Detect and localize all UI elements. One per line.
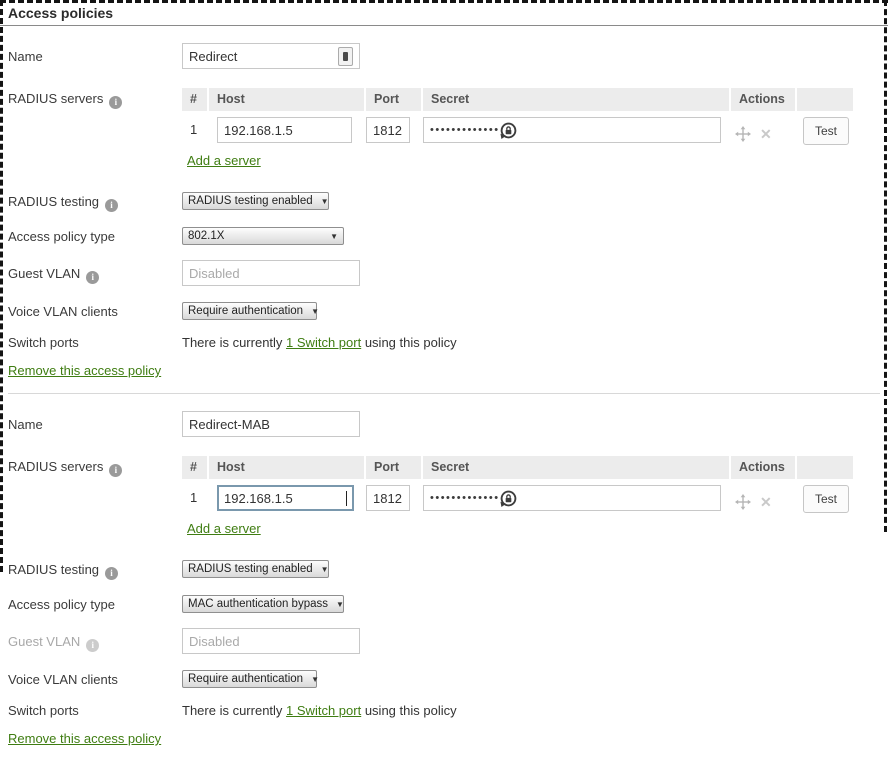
table-row: 1 •••••••••••••: [182, 111, 853, 145]
access-policy-type-label: Access policy type: [8, 227, 182, 244]
info-icon: i: [86, 639, 99, 652]
access-policy-section-2: Name Redirect-MAB RADIUS serversi # Host…: [0, 411, 888, 748]
autofill-icon[interactable]: [338, 47, 353, 66]
radius-servers-table: # Host Port Secret Actions 1 192.168.1.5: [182, 456, 853, 513]
text-cursor: [346, 491, 347, 506]
secret-value-masked: •••••••••••••: [430, 492, 500, 504]
selection-outline-right: [884, 0, 887, 532]
voice-vlan-select[interactable]: Require authentication ▼: [182, 302, 317, 320]
info-icon[interactable]: i: [109, 464, 122, 477]
move-row-icon[interactable]: [735, 494, 751, 510]
voice-vlan-label: Voice VLAN clients: [8, 670, 182, 687]
col-header-secret: Secret: [423, 88, 729, 111]
access-policy-type-label: Access policy type: [8, 595, 182, 612]
voice-vlan-label: Voice VLAN clients: [8, 302, 182, 319]
test-button[interactable]: Test: [803, 117, 849, 145]
name-label: Name: [8, 411, 182, 432]
radius-servers-label: RADIUS serversi: [8, 456, 182, 477]
access-policy-section-1: Name Redirect RADIUS serversi # Host Por…: [0, 43, 888, 380]
col-header-test: [797, 88, 853, 111]
col-header-host: Host: [209, 88, 364, 111]
col-header-actions: Actions: [731, 456, 795, 479]
switch-ports-status: There is currently 1 Switch port using t…: [182, 703, 457, 718]
test-button[interactable]: Test: [803, 485, 849, 513]
secret-value-masked: •••••••••••••: [430, 124, 500, 136]
radius-testing-label: RADIUS testingi: [8, 192, 182, 212]
port-input[interactable]: [366, 117, 410, 143]
add-server-link[interactable]: Add a server: [187, 153, 261, 168]
chevron-down-icon: ▼: [311, 675, 319, 684]
switch-ports-label: Switch ports: [8, 703, 182, 718]
chevron-down-icon: ▼: [311, 307, 319, 316]
radius-servers-label: RADIUS serversi: [8, 88, 182, 109]
name-label: Name: [8, 43, 182, 64]
name-value: Redirect-MAB: [189, 417, 353, 432]
reveal-secret-icon[interactable]: [500, 122, 517, 139]
table-row: 1 192.168.1.5 •••••••••••••: [182, 479, 853, 513]
radius-servers-table: # Host Port Secret Actions 1: [182, 88, 853, 145]
name-input[interactable]: Redirect: [182, 43, 360, 69]
chevron-down-icon: ▼: [321, 565, 329, 574]
host-input[interactable]: [217, 117, 352, 143]
info-icon[interactable]: i: [105, 567, 118, 580]
info-icon[interactable]: i: [86, 271, 99, 284]
col-header-test: [797, 456, 853, 479]
access-policy-type-select[interactable]: MAC authentication bypass ▼: [182, 595, 344, 613]
secret-input[interactable]: •••••••••••••: [423, 117, 721, 143]
chevron-down-icon: ▼: [336, 600, 344, 609]
remove-policy-link[interactable]: Remove this access policy: [8, 731, 161, 746]
switch-ports-label: Switch ports: [8, 335, 182, 350]
col-header-num: #: [182, 456, 207, 479]
selection-outline-left: [0, 0, 3, 572]
radius-testing-select[interactable]: RADIUS testing enabled ▼: [182, 192, 329, 210]
access-policies-page: Access policies Name Redirect RADIUS ser…: [0, 0, 888, 759]
col-header-actions: Actions: [731, 88, 795, 111]
col-header-host: Host: [209, 456, 364, 479]
remove-policy-link[interactable]: Remove this access policy: [8, 363, 161, 378]
add-server-link[interactable]: Add a server: [187, 521, 261, 536]
col-header-num: #: [182, 88, 207, 111]
switch-port-link[interactable]: 1 Switch port: [286, 335, 361, 350]
delete-row-icon[interactable]: ✕: [760, 494, 772, 510]
col-header-secret: Secret: [423, 456, 729, 479]
move-row-icon[interactable]: [735, 126, 751, 142]
delete-row-icon[interactable]: ✕: [760, 126, 772, 142]
access-policy-type-select[interactable]: 802.1X ▼: [182, 227, 344, 245]
guest-vlan-input[interactable]: [182, 628, 360, 654]
radius-testing-select[interactable]: RADIUS testing enabled ▼: [182, 560, 329, 578]
col-header-port: Port: [366, 456, 421, 479]
name-value: Redirect: [189, 49, 338, 64]
table-header-row: # Host Port Secret Actions: [182, 456, 853, 479]
secret-input[interactable]: •••••••••••••: [423, 485, 721, 511]
guest-vlan-input[interactable]: [182, 260, 360, 286]
port-input[interactable]: [366, 485, 410, 511]
info-icon[interactable]: i: [105, 199, 118, 212]
voice-vlan-select[interactable]: Require authentication ▼: [182, 670, 317, 688]
info-icon[interactable]: i: [109, 96, 122, 109]
table-header-row: # Host Port Secret Actions: [182, 88, 853, 111]
name-input[interactable]: Redirect-MAB: [182, 411, 360, 437]
server-number: 1: [182, 485, 207, 513]
chevron-down-icon: ▼: [330, 232, 338, 241]
page-title: Access policies: [0, 0, 888, 26]
guest-vlan-label: Guest VLANi: [8, 628, 182, 652]
col-header-port: Port: [366, 88, 421, 111]
selection-outline-top: [0, 0, 888, 3]
guest-vlan-label: Guest VLANi: [8, 260, 182, 284]
section-divider: [8, 393, 880, 394]
reveal-secret-icon[interactable]: [500, 490, 517, 507]
switch-ports-status: There is currently 1 Switch port using t…: [182, 335, 457, 350]
chevron-down-icon: ▼: [321, 197, 329, 206]
host-input[interactable]: 192.168.1.5: [217, 485, 354, 511]
server-number: 1: [182, 117, 207, 145]
radius-testing-label: RADIUS testingi: [8, 560, 182, 580]
switch-port-link[interactable]: 1 Switch port: [286, 703, 361, 718]
